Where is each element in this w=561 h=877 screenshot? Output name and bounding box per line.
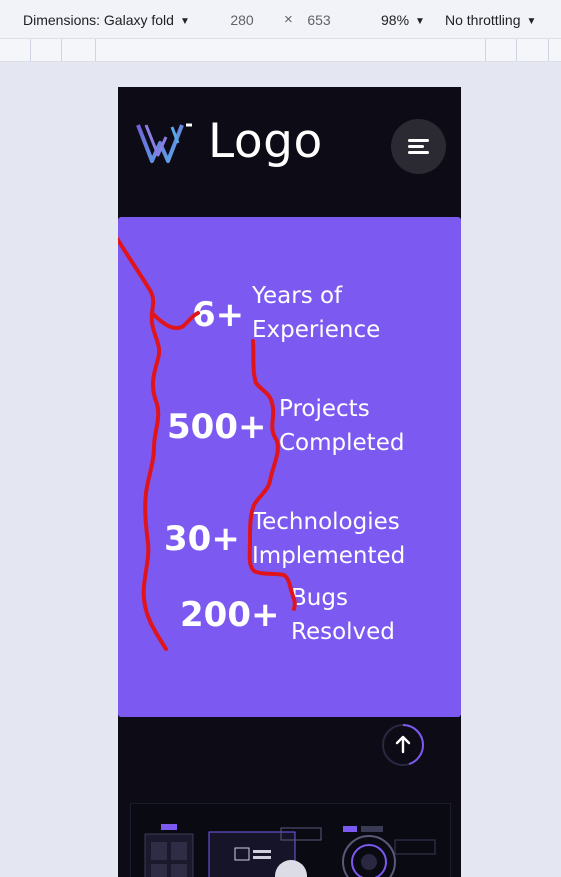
dimensions-dropdown[interactable]: Dimensions: Galaxy fold ▼ (23, 10, 190, 30)
height-input[interactable]: 653 (293, 9, 345, 31)
stats-card: 6+ Years of Experience 500+ Projects Com… (118, 217, 461, 717)
stat-number: 6+ (192, 295, 245, 335)
stat-number: 200+ (180, 595, 280, 635)
chevron-down-icon: ▼ (415, 16, 425, 27)
ruler-tick (61, 39, 62, 61)
dimensions-label: Dimensions: Galaxy fold (23, 12, 174, 28)
devtools-device-toolbar: Dimensions: Galaxy fold ▼ 280 × 653 98% ▼ … (0, 0, 561, 38)
stat-number: 30+ (164, 519, 240, 559)
ruler-tick (548, 39, 549, 61)
chevron-down-icon: ▼ (179, 16, 190, 27)
logo-text[interactable]: Logo (208, 112, 323, 172)
site-header: Logo (118, 87, 461, 204)
stat-label: Technologies (252, 509, 400, 535)
width-input[interactable]: 280 (216, 9, 268, 31)
menu-button[interactable] (391, 119, 446, 174)
ruler-tick (30, 39, 31, 61)
hamburger-menu-icon (408, 151, 429, 154)
stat-label: Bugs (291, 585, 348, 611)
stat-label: Completed (279, 430, 405, 456)
stat-label: Years of (252, 283, 343, 309)
stat-label: Projects (279, 396, 370, 422)
chevron-down-icon: ▼ (526, 16, 537, 27)
ruler-tick (516, 39, 517, 61)
stat-label: Implemented (252, 543, 406, 569)
logo-icon[interactable] (136, 121, 194, 165)
throttling-label: No throttling (445, 12, 521, 28)
hamburger-menu-icon (408, 139, 429, 142)
stat-number: 500+ (167, 407, 267, 447)
hamburger-menu-icon (408, 145, 424, 148)
ruler-tick (485, 39, 486, 61)
scroll-to-top-button[interactable] (381, 723, 425, 767)
ruler-tick (95, 39, 96, 61)
media-query-ruler[interactable] (0, 38, 561, 62)
device-viewport: Logo 6+ Years of Experience 500+ Project… (118, 87, 461, 877)
arrow-up-icon (395, 735, 411, 754)
zoom-dropdown[interactable]: 98% ▼ (381, 10, 425, 30)
tech-illustration (130, 803, 451, 877)
close-icon: × (284, 11, 293, 28)
stat-label: Experience (252, 317, 381, 343)
throttling-dropdown[interactable]: No throttling ▼ (445, 10, 536, 30)
stat-label: Resolved (291, 619, 395, 645)
zoom-label: 98% (381, 12, 410, 28)
